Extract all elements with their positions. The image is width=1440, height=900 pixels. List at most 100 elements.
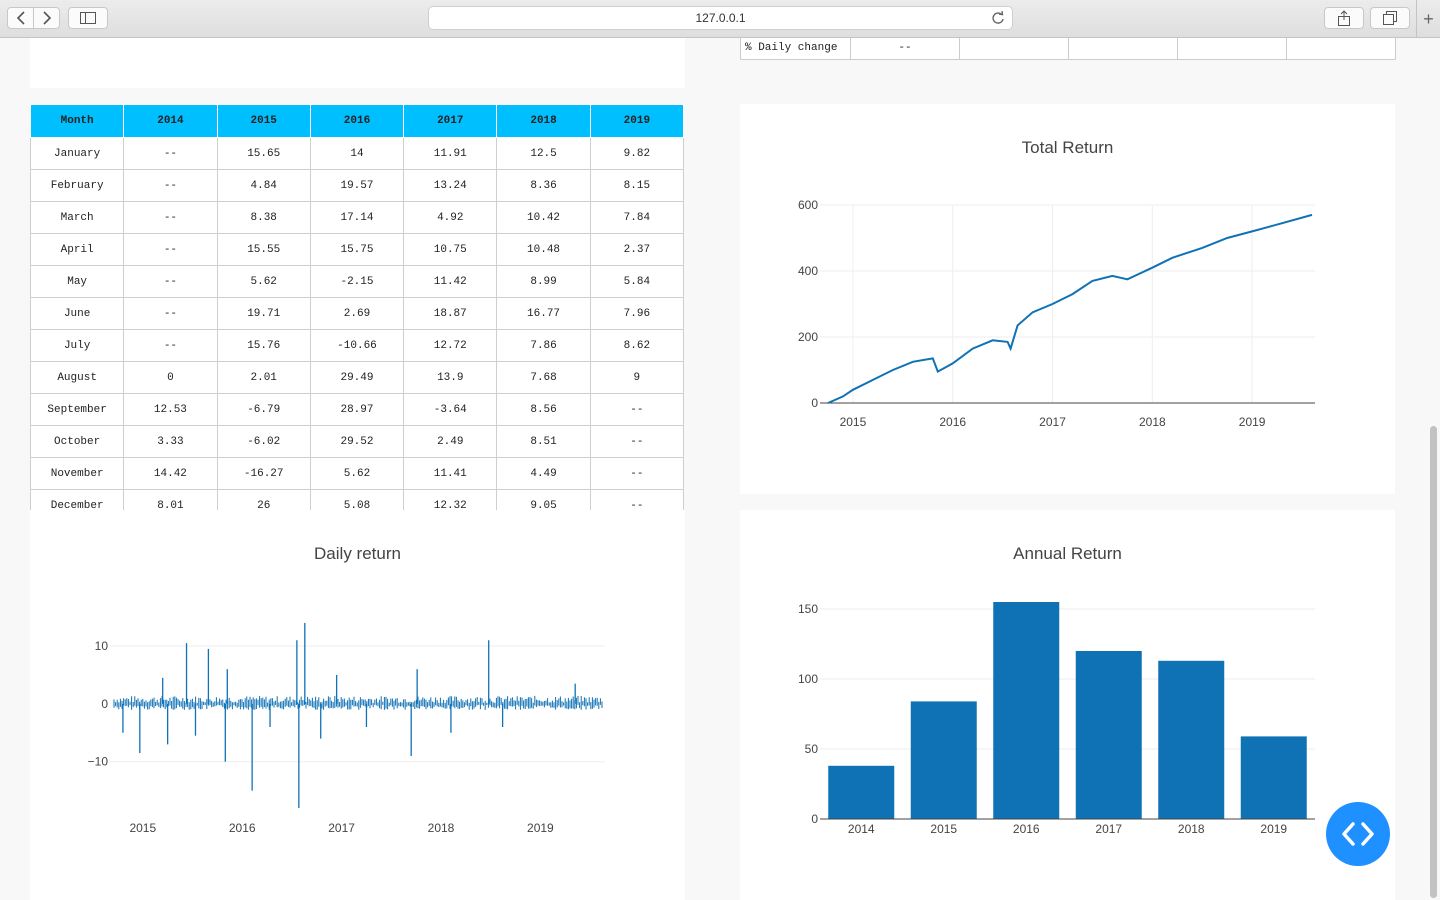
stats-cell [1286, 38, 1396, 60]
annual-return-bar [1240, 736, 1307, 819]
chart-title: Daily return [314, 544, 401, 563]
value-cell: -- [123, 265, 218, 298]
annual-return-bar [910, 701, 977, 819]
annual-return-bar [1075, 651, 1142, 819]
value-cell: -3.64 [403, 393, 498, 426]
value-cell: -6.79 [216, 393, 311, 426]
month-cell: January [29, 137, 125, 170]
month-cell: April [29, 233, 125, 266]
sidebar-toggle-button[interactable] [68, 7, 108, 29]
share-icon [1338, 10, 1350, 26]
value-cell: 19.71 [216, 297, 311, 330]
value-cell: 14 [309, 137, 405, 170]
value-cell: 10.42 [496, 201, 591, 234]
table-row: January -- 15.65 14 11.91 12.5 9.82 [29, 137, 685, 170]
column-header: 2016 [309, 104, 405, 138]
url-text: 127.0.0.1 [695, 11, 746, 25]
value-cell: 28.97 [309, 393, 405, 426]
monthly-table-body: January -- 15.65 14 11.91 12.5 9.82 February -- 4… [29, 137, 685, 522]
browser-toolbar: 127.0.0.1 + [0, 0, 1440, 38]
x-tick-label: 2017 [328, 821, 355, 835]
table-row: February -- 4.84 19.57 13.24 8.36 8.15 [29, 169, 685, 202]
reload-icon[interactable] [991, 11, 1005, 25]
month-cell: August [29, 361, 125, 394]
value-cell: 9.82 [589, 137, 685, 170]
value-cell: -2.15 [309, 265, 405, 298]
value-cell: 12.5 [496, 137, 591, 170]
plus-icon: + [1423, 8, 1434, 29]
y-tick-label: 10 [95, 639, 109, 653]
x-tick-label: 2016 [939, 415, 966, 429]
month-cell: June [29, 297, 125, 330]
value-cell: 2.01 [216, 361, 311, 394]
stats-value: -- [850, 38, 960, 60]
forward-button[interactable] [33, 7, 60, 29]
table-row: % Daily change -- [740, 38, 1396, 60]
value-cell: 13.9 [403, 361, 498, 394]
x-tick-label: 2014 [848, 822, 875, 836]
address-bar[interactable]: 127.0.0.1 [428, 6, 1013, 30]
value-cell: 7.96 [589, 297, 685, 330]
table-row: May -- 5.62 -2.15 11.42 8.99 5.84 [29, 265, 685, 298]
page-scrollbar[interactable] [1426, 38, 1440, 900]
value-cell: 5.84 [589, 265, 685, 298]
chevron-right-icon [42, 11, 51, 25]
month-cell: May [29, 265, 125, 298]
total-return-line [827, 213, 1313, 404]
x-tick-label: 2019 [1239, 415, 1266, 429]
annual-return-bar [993, 602, 1060, 819]
table-row: September 12.53 -6.79 28.97 -3.64 8.56 -- [29, 393, 685, 426]
value-cell: -- [589, 393, 685, 426]
y-tick-label: 0 [101, 697, 108, 711]
value-cell: 15.75 [309, 233, 405, 266]
value-cell: 11.41 [403, 457, 498, 490]
table-row: April -- 15.55 15.75 10.75 10.48 2.37 [29, 233, 685, 266]
value-cell: 2.49 [403, 425, 498, 458]
value-cell: -10.66 [309, 329, 405, 362]
value-cell: 8.99 [496, 265, 591, 298]
annual-return-bar [828, 765, 895, 819]
month-cell: July [29, 329, 125, 362]
value-cell: -- [123, 233, 218, 266]
sidebar-icon [80, 12, 96, 24]
stats-cell [1177, 38, 1287, 60]
scrollbar-thumb[interactable] [1430, 426, 1437, 898]
x-tick-label: 2019 [527, 821, 554, 835]
tabs-icon [1383, 11, 1397, 25]
y-tick-label: 400 [798, 264, 818, 278]
value-cell: 5.62 [309, 457, 405, 490]
value-cell: 4.49 [496, 457, 591, 490]
code-toggle-button[interactable] [1326, 802, 1390, 866]
tabs-overview-button[interactable] [1370, 7, 1410, 29]
value-cell: 8.38 [216, 201, 311, 234]
value-cell: 2.69 [309, 297, 405, 330]
value-cell: 17.14 [309, 201, 405, 234]
value-cell: 9 [589, 361, 685, 394]
chevron-left-icon [16, 11, 25, 25]
daily-return-chart: 10 0 −10 2015 2016 2017 2018 2019 [88, 622, 605, 835]
value-cell: 14.42 [123, 457, 218, 490]
share-button[interactable] [1324, 7, 1364, 29]
code-brackets-icon [1342, 822, 1374, 846]
column-header: 2018 [496, 104, 591, 138]
value-cell: 15.65 [216, 137, 311, 170]
value-cell: 29.52 [309, 425, 405, 458]
value-cell: -- [589, 457, 685, 490]
x-tick-label: 2017 [1095, 822, 1122, 836]
x-tick-label: 2017 [1039, 415, 1066, 429]
new-tab-button[interactable]: + [1416, 0, 1440, 38]
y-tick-label: 0 [811, 396, 818, 410]
column-header: 2015 [216, 104, 311, 138]
stats-cell [1068, 38, 1178, 60]
value-cell: 2.37 [589, 233, 685, 266]
y-tick-label: −10 [88, 755, 109, 769]
chart-title: Total Return [1021, 138, 1114, 157]
value-cell: 15.55 [216, 233, 311, 266]
value-cell: -- [123, 201, 218, 234]
y-tick-label: 0 [811, 812, 818, 826]
value-cell: -- [123, 137, 218, 170]
y-tick-label: 100 [798, 672, 818, 686]
value-cell: 8.51 [496, 425, 591, 458]
back-button[interactable] [7, 7, 34, 29]
table-header-row: Month 2014 2015 2016 2017 2018 2019 [29, 104, 685, 138]
